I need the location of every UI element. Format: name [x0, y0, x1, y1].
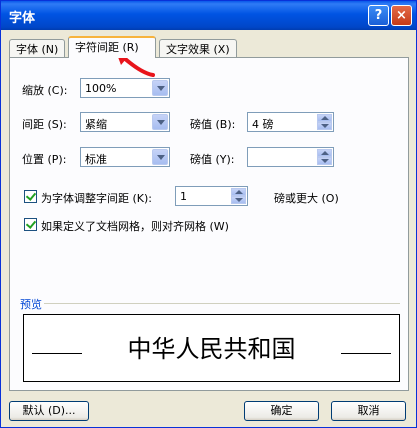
kerning-suffix: 磅或更大 (O)	[274, 192, 339, 205]
tab-font[interactable]: 字体 (N)	[9, 39, 65, 57]
scale-value: 100%	[85, 82, 117, 95]
tab-text-effects[interactable]: 文字效果 (X)	[159, 39, 237, 57]
preview-label: 预览	[20, 298, 42, 311]
cancel-button[interactable]: 取消	[331, 401, 406, 421]
chevron-down-icon[interactable]	[152, 149, 168, 165]
position-label: 位置 (P):	[22, 153, 67, 166]
ok-button[interactable]: 确定	[244, 401, 319, 421]
title-bar[interactable]: 字体 ? ×	[1, 1, 416, 30]
font-dialog: 字体 ? × 字体 (N) 字符间距 (R) 文字效果 (X) 缩放 (C): …	[0, 0, 417, 428]
position-value: 标准	[85, 153, 107, 166]
spacing-by-stepper[interactable]: 4 磅	[247, 112, 334, 132]
grid-align-checkbox[interactable]	[24, 218, 37, 231]
close-button[interactable]: ×	[391, 5, 412, 26]
kerning-value: 1	[180, 190, 187, 203]
spacing-by-value: 4 磅	[252, 118, 274, 131]
scale-label: 缩放 (C):	[22, 84, 68, 97]
spacing-value: 紧缩	[85, 118, 107, 131]
chevron-down-icon[interactable]	[152, 114, 168, 130]
spinner-icon[interactable]	[231, 188, 246, 204]
spinner-icon[interactable]	[317, 114, 332, 130]
kerning-checkbox[interactable]	[24, 190, 37, 203]
preview-text: 中华人民共和国	[127, 335, 296, 363]
spacing-by-label: 磅值 (B):	[190, 118, 236, 131]
kerning-stepper[interactable]: 1	[175, 186, 248, 206]
preview-divider	[44, 303, 400, 304]
kerning-label: 为字体调整字间距 (K):	[41, 192, 152, 205]
position-by-stepper[interactable]	[247, 147, 334, 167]
position-combo[interactable]: 标准	[80, 147, 170, 167]
character-spacing-panel: 缩放 (C): 100% 间距 (S): 紧缩 磅值 (B): 4 磅 位置 (…	[9, 57, 409, 391]
spacing-label: 间距 (S):	[22, 118, 67, 131]
spacing-combo[interactable]: 紧缩	[80, 112, 170, 132]
help-button[interactable]: ?	[368, 5, 389, 26]
position-by-label: 磅值 (Y):	[190, 153, 235, 166]
spinner-icon[interactable]	[317, 149, 332, 165]
default-button[interactable]: 默认 (D)...	[9, 401, 89, 421]
preview-right-rule	[341, 353, 391, 354]
tab-character-spacing[interactable]: 字符间距 (R)	[68, 36, 156, 58]
window-title: 字体	[9, 11, 36, 26]
preview-box: 中华人民共和国	[23, 314, 400, 382]
grid-align-label: 如果定义了文档网格，则对齐网格 (W)	[41, 220, 229, 233]
